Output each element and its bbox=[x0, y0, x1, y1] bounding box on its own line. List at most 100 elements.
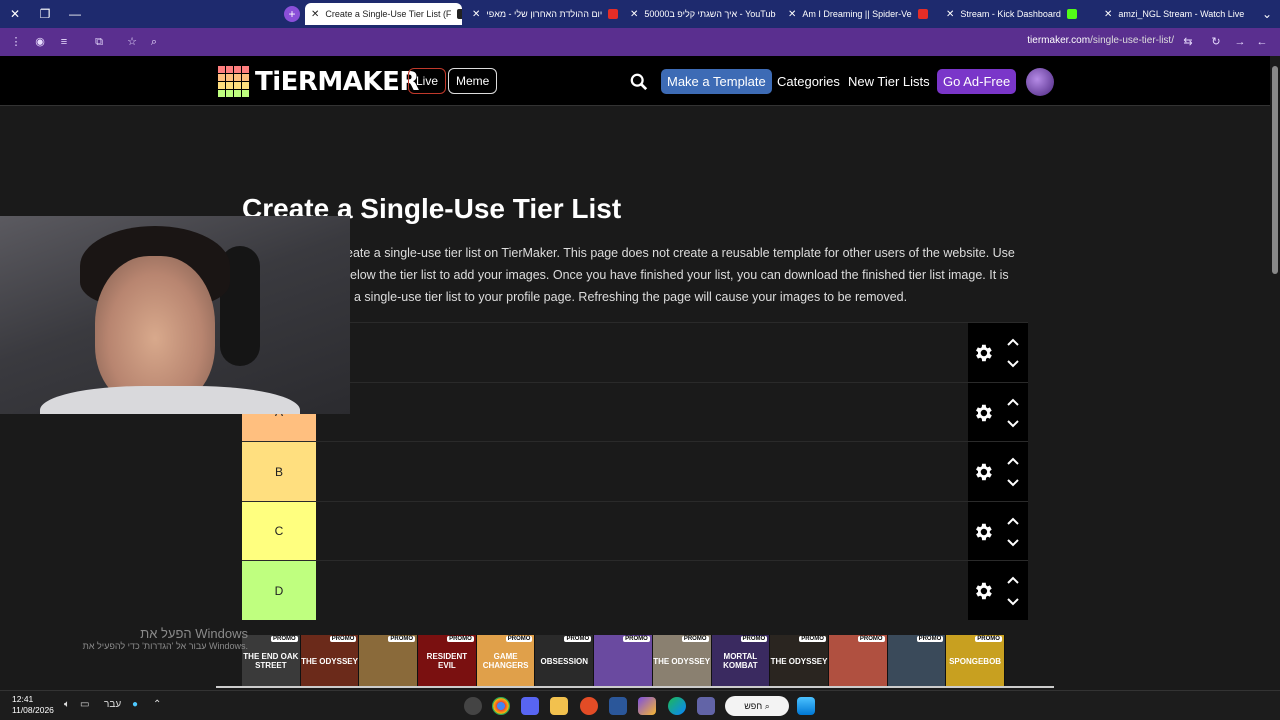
close-tab-icon[interactable]: ✕ bbox=[311, 9, 319, 20]
image-pool-item[interactable]: PROMO bbox=[359, 635, 419, 687]
go-ad-free-button[interactable]: Go Ad-Free bbox=[937, 69, 1017, 94]
app-icon-blue[interactable] bbox=[609, 697, 627, 715]
image-pool-item[interactable]: MORTAL KOMBAT PROMO bbox=[711, 635, 771, 687]
gear-icon[interactable] bbox=[972, 521, 994, 543]
chevron-up-icon[interactable] bbox=[1006, 456, 1020, 466]
tier-row[interactable]: B bbox=[242, 441, 1028, 501]
tab-tiermaker[interactable]: ✕ Create a Single-Use Tier List (F bbox=[305, 3, 462, 25]
close-tab-icon[interactable]: ✕ bbox=[472, 9, 480, 20]
microphone-icon[interactable]: ● bbox=[132, 699, 138, 710]
logo-grid-icon bbox=[218, 66, 249, 97]
copilot-icon[interactable] bbox=[638, 697, 656, 715]
tier-label[interactable]: D bbox=[242, 561, 316, 620]
obs-icon[interactable] bbox=[464, 697, 482, 715]
windows-start-icon[interactable] bbox=[797, 697, 815, 715]
make-template-button[interactable]: Make a Template bbox=[661, 69, 772, 94]
zoom-icon[interactable]: ⌕ bbox=[146, 34, 162, 50]
chevron-up-icon[interactable] bbox=[1006, 516, 1020, 526]
bookmark-star-icon[interactable]: ☆ bbox=[124, 34, 140, 50]
close-tab-icon[interactable]: ✕ bbox=[630, 9, 638, 20]
image-pool-item[interactable]: SPONGEBOB PROMO bbox=[946, 635, 1005, 687]
app-icon-red[interactable] bbox=[580, 697, 598, 715]
language-indicator[interactable]: עבר bbox=[104, 699, 121, 710]
close-window-icon[interactable]: ✕ bbox=[0, 0, 30, 28]
forward-icon[interactable]: → bbox=[1232, 34, 1248, 50]
tab-kick-stream[interactable]: ✕ amzi_NGL Stream - Watch Live bbox=[1098, 3, 1250, 25]
avatar[interactable] bbox=[1026, 68, 1054, 96]
edge-icon[interactable] bbox=[668, 697, 686, 715]
taskbar-search[interactable]: חפש ⌕ bbox=[725, 696, 789, 716]
new-tab-button[interactable]: + bbox=[284, 6, 300, 22]
image-pool-item[interactable]: THE ODYSSEY PROMO bbox=[300, 635, 360, 687]
meme-button[interactable]: Meme bbox=[448, 68, 498, 94]
file-explorer-icon[interactable] bbox=[550, 697, 568, 715]
clock-time: 12:41 bbox=[12, 694, 34, 704]
tier-label[interactable]: C bbox=[242, 501, 316, 561]
menu-dots-icon[interactable]: ⋮ bbox=[8, 34, 24, 50]
url-field[interactable]: tiermaker.com/single-use-tier-list/ bbox=[1027, 35, 1174, 46]
tier-controls bbox=[968, 323, 1028, 382]
chevron-up-icon[interactable] bbox=[1006, 575, 1020, 585]
taskbar-clock[interactable]: 12:41 11/08/2026 bbox=[12, 694, 54, 716]
tier-row[interactable]: C bbox=[242, 500, 1028, 561]
back-icon[interactable]: ← bbox=[1254, 34, 1270, 50]
show-hidden-icons-icon[interactable]: ⌃ bbox=[153, 699, 161, 710]
chevron-down-icon[interactable] bbox=[1006, 359, 1020, 369]
chevron-up-icon[interactable] bbox=[1006, 397, 1020, 407]
chevron-down-icon[interactable] bbox=[1006, 419, 1020, 429]
gear-icon[interactable] bbox=[972, 461, 994, 483]
page-scrollbar[interactable] bbox=[1270, 56, 1280, 690]
search-icon[interactable] bbox=[630, 73, 648, 91]
thumbnail-title: GAME CHANGERS bbox=[482, 652, 529, 670]
network-icon[interactable]: ▭ bbox=[80, 699, 89, 710]
image-pool-item[interactable]: RESIDENT EVIL PROMO bbox=[418, 635, 477, 687]
scrollbar-thumb[interactable] bbox=[1272, 66, 1278, 274]
site-settings-icon[interactable]: ⇆ bbox=[1180, 34, 1196, 50]
tier-row[interactable]: D bbox=[242, 560, 1028, 620]
chevron-down-icon[interactable] bbox=[1006, 478, 1020, 488]
chevron-down-icon[interactable] bbox=[1006, 538, 1020, 548]
image-pool-item[interactable]: OBSESSION PROMO bbox=[535, 635, 595, 687]
restore-window-icon[interactable]: ❐ bbox=[30, 0, 60, 28]
image-pool-item[interactable]: THE ODYSSEY PROMO bbox=[770, 635, 829, 687]
tab-spiderverse[interactable]: ✕ Am I Dreaming || Spider-Ve bbox=[782, 3, 934, 25]
categories-link[interactable]: Categories bbox=[771, 69, 846, 94]
live-button[interactable]: Live bbox=[408, 68, 447, 94]
chevron-down-icon[interactable] bbox=[1006, 597, 1020, 607]
tier-label[interactable]: B bbox=[242, 442, 316, 501]
image-pool-item[interactable]: GAME CHANGERS PROMO bbox=[476, 635, 536, 687]
gear-icon[interactable] bbox=[972, 580, 994, 602]
tier-row[interactable] bbox=[242, 322, 1028, 382]
tab-label: amzi_NGL Stream - Watch Live bbox=[1118, 9, 1245, 19]
image-pool-item[interactable]: PROMO bbox=[594, 635, 653, 687]
teams-icon[interactable] bbox=[697, 697, 715, 715]
sidebar-icon[interactable]: ≡ bbox=[56, 34, 72, 50]
tier-row[interactable]: A bbox=[242, 381, 1028, 442]
image-pool-item[interactable]: PROMO bbox=[828, 635, 888, 687]
tab-kick-dashboard[interactable]: ✕ Stream - Kick Dashboard bbox=[940, 3, 1092, 25]
promo-badge: PROMO bbox=[799, 636, 826, 642]
close-tab-icon[interactable]: ✕ bbox=[788, 9, 796, 20]
minimize-window-icon[interactable]: — bbox=[60, 0, 90, 28]
close-tab-icon[interactable]: ✕ bbox=[1104, 9, 1112, 20]
image-pool-item[interactable]: THE ODYSSEY PROMO bbox=[652, 635, 712, 687]
url-path: /single-use-tier-list/ bbox=[1090, 35, 1174, 46]
extensions-icon[interactable]: ⧉ bbox=[91, 34, 107, 50]
chrome-icon[interactable] bbox=[492, 697, 510, 715]
volume-icon[interactable]: 🔈︎ bbox=[64, 699, 70, 710]
tiermaker-logo[interactable]: TiERMAKER bbox=[218, 66, 419, 97]
tab-youtube-2[interactable]: ✕ איך השגתי קליפ ב50000 - YouTube bbox=[624, 3, 776, 25]
tab-youtube-1[interactable]: ✕ יום ההולדת האחרון שלי - מאפי bbox=[466, 3, 618, 25]
gear-icon[interactable] bbox=[972, 402, 994, 424]
discord-icon[interactable] bbox=[521, 697, 539, 715]
image-pool-item[interactable]: PROMO bbox=[887, 635, 947, 687]
close-tab-icon[interactable]: ✕ bbox=[946, 9, 954, 20]
gear-icon[interactable] bbox=[972, 342, 994, 364]
tab-search-chevron-icon[interactable]: ⌄ bbox=[1252, 0, 1280, 28]
reload-icon[interactable]: ↻ bbox=[1208, 34, 1224, 50]
image-pool-item[interactable]: THE END OAK STREET PROMO bbox=[242, 635, 301, 687]
chevron-up-icon[interactable] bbox=[1006, 337, 1020, 347]
profile-icon[interactable]: ◉ bbox=[32, 34, 48, 50]
new-tier-lists-link[interactable]: New Tier Lists bbox=[842, 69, 936, 94]
description-line: a single-use tier list to your profile p… bbox=[354, 290, 908, 304]
